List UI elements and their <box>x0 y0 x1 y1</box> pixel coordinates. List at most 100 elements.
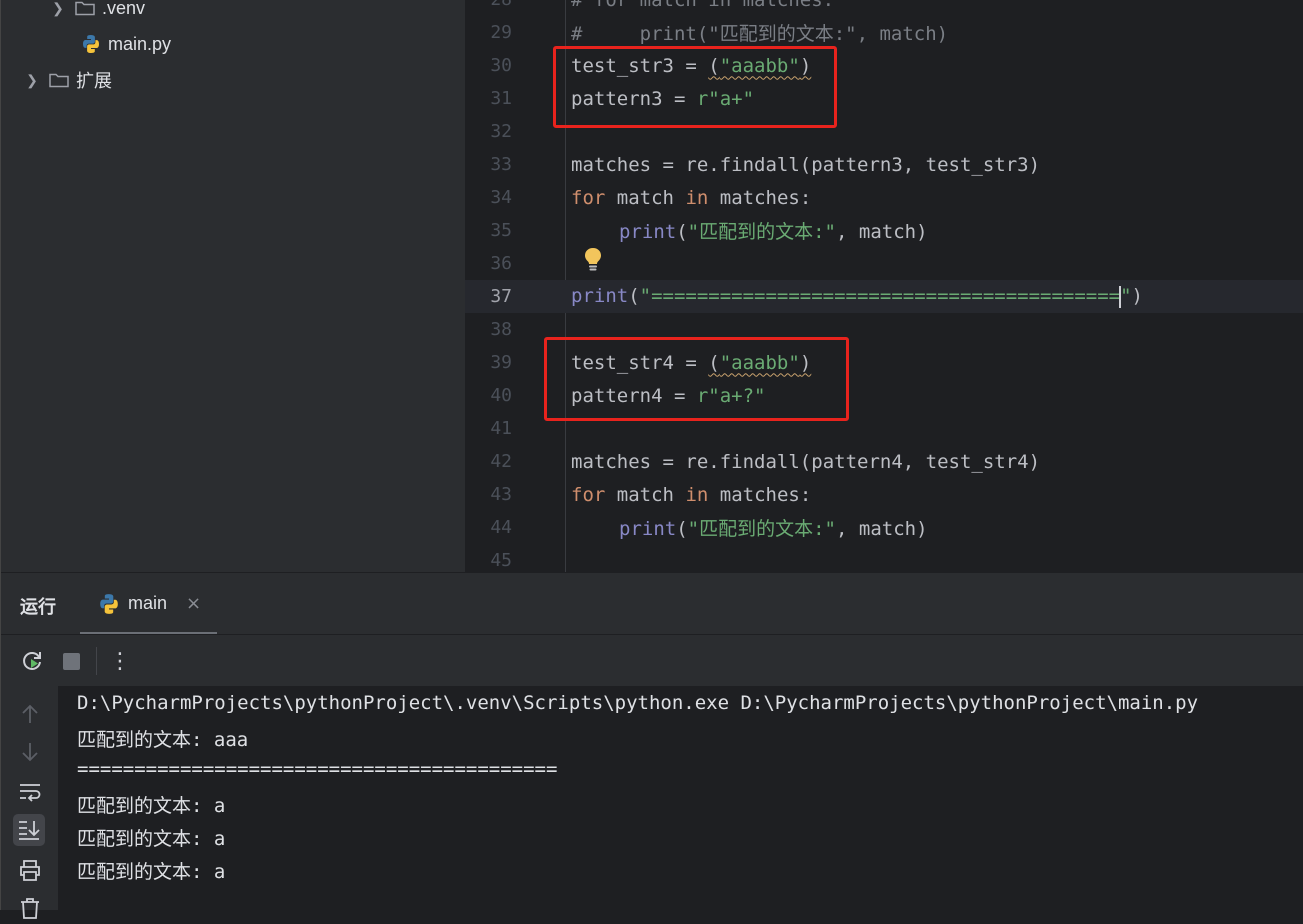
identifier: match <box>616 186 674 209</box>
console-line: 匹配到的文本: a <box>77 861 226 883</box>
project-sidebar: ❯ .venv main.py ❯ 扩展 <box>0 0 465 572</box>
print-icon[interactable] <box>14 854 46 886</box>
chevron-right-icon[interactable]: ❯ <box>50 0 66 17</box>
code-text: print("匹配到的文本:", match) <box>619 217 928 244</box>
line-number: 43 <box>490 484 512 505</box>
paren: ) <box>916 221 928 243</box>
code-line-43[interactable]: 43 for match in matches: <box>465 478 1303 511</box>
tree-item-venv[interactable]: ❯ .venv <box>50 0 145 24</box>
code-line-34[interactable]: 34 for match in matches: <box>465 181 1303 214</box>
trash-icon[interactable] <box>14 892 46 924</box>
paren: ( <box>676 518 688 540</box>
code-editor[interactable]: 28 # for match in matches: 29 # print("匹… <box>465 0 1303 572</box>
code-text: matches = re.findall(pattern3, test_str3… <box>571 154 1040 176</box>
paren: ( <box>676 221 688 243</box>
folder-icon <box>74 0 96 18</box>
comma: , <box>902 450 926 473</box>
line-number: 38 <box>490 319 512 340</box>
call: re.findall <box>685 450 800 473</box>
lightbulb-icon[interactable] <box>583 247 603 277</box>
identifier: matches <box>571 153 652 176</box>
chevron-right-icon[interactable]: ❯ <box>24 72 40 89</box>
identifier: match <box>858 221 917 243</box>
python-icon <box>98 593 120 619</box>
identifier: match <box>616 483 674 506</box>
line-number: 31 <box>490 88 512 109</box>
rerun-icon[interactable] <box>16 645 48 677</box>
line-number: 36 <box>490 253 512 274</box>
call: re.findall <box>685 153 800 176</box>
run-panel-title: 运行 <box>20 597 56 617</box>
code-line-28[interactable]: 28 # for match in matches: <box>465 0 1303 16</box>
code-line-29[interactable]: 29 # print("匹配到的文本:", match) <box>465 16 1303 49</box>
string-literal: "匹配到的文本:" <box>687 518 836 540</box>
highlight-box-pattern4 <box>544 337 849 421</box>
soft-wrap-icon[interactable] <box>14 776 46 808</box>
string-literal: "=======================================… <box>639 285 1121 308</box>
line-number: 29 <box>490 22 512 43</box>
line-number: 34 <box>490 187 512 208</box>
line-number: 41 <box>490 418 512 439</box>
line-number: 35 <box>490 220 512 241</box>
console-side-toolbar <box>0 686 59 919</box>
code-line-33[interactable]: 33 matches = re.findall(pattern3, test_s… <box>465 148 1303 181</box>
comma: , <box>835 221 859 243</box>
paren: ) <box>916 518 928 540</box>
scroll-to-end-icon[interactable] <box>13 814 45 846</box>
more-options-icon[interactable]: ⋮ <box>104 645 136 677</box>
highlight-box-pattern3 <box>553 46 837 128</box>
line-number: 40 <box>490 385 512 406</box>
line-number: 32 <box>490 121 512 142</box>
keyword: in <box>685 483 709 506</box>
builtin: print <box>619 221 677 243</box>
keyword: for <box>571 186 606 209</box>
arrow-up-icon[interactable] <box>14 698 46 730</box>
comma: , <box>835 518 859 540</box>
line-number: 44 <box>490 517 512 538</box>
console-line: 匹配到的文本: a <box>77 795 226 817</box>
code-line-35[interactable]: 35 print("匹配到的文本:", match) <box>465 214 1303 247</box>
code-line-37[interactable]: 37 print("==============================… <box>465 280 1303 313</box>
code-comment: # for match in matches: <box>571 0 834 11</box>
code-text: print("=================================… <box>571 285 1143 308</box>
python-file-icon <box>80 34 102 54</box>
identifier: pattern3 <box>811 153 903 176</box>
code-comment: # print("匹配到的文本:", match) <box>571 23 949 45</box>
identifier: matches: <box>719 483 812 506</box>
operator: = <box>651 153 686 176</box>
stop-icon[interactable] <box>55 645 87 677</box>
identifier: test_str3 <box>925 153 1029 176</box>
keyword: for <box>571 483 606 506</box>
paren: ) <box>1028 153 1041 176</box>
paren: ( <box>799 153 812 176</box>
console-line: ========================================… <box>77 758 558 780</box>
comma: , <box>902 153 926 176</box>
console-line: 匹配到的文本: a <box>77 828 226 850</box>
line-number: 37 <box>490 286 512 307</box>
tree-item-main-py[interactable]: main.py <box>80 28 171 60</box>
keyword: in <box>685 186 709 209</box>
identifier: match <box>858 518 917 540</box>
line-number: 39 <box>490 352 512 373</box>
tab-main[interactable]: main × <box>80 573 217 635</box>
code-line-44[interactable]: 44 print("匹配到的文本:", match) <box>465 511 1303 544</box>
code-line-45[interactable]: 45 <box>465 544 1303 572</box>
builtin: print <box>619 518 677 540</box>
console-line: D:\PycharmProjects\pythonProject\.venv\S… <box>77 692 1199 714</box>
close-icon[interactable]: × <box>186 593 201 614</box>
toolbar-divider <box>96 647 97 675</box>
string-quote: " <box>1120 285 1132 308</box>
operator: = <box>651 450 686 473</box>
console-line: 匹配到的文本: aaa <box>77 729 249 751</box>
console-output[interactable]: D:\PycharmProjects\pythonProject\.venv\S… <box>59 686 1303 910</box>
line-number: 33 <box>490 154 512 175</box>
tree-item-extensions[interactable]: ❯ 扩展 <box>24 64 112 96</box>
tree-item-label: .venv <box>102 0 146 18</box>
code-text: matches = re.findall(pattern4, test_str4… <box>571 451 1040 473</box>
arrow-down-icon[interactable] <box>14 736 46 768</box>
code-line-42[interactable]: 42 matches = re.findall(pattern4, test_s… <box>465 445 1303 478</box>
string-literal: "匹配到的文本:" <box>687 221 836 243</box>
identifier: test_str4 <box>925 450 1029 473</box>
code-text: for match in matches: <box>571 187 811 209</box>
identifier: matches: <box>719 186 812 209</box>
